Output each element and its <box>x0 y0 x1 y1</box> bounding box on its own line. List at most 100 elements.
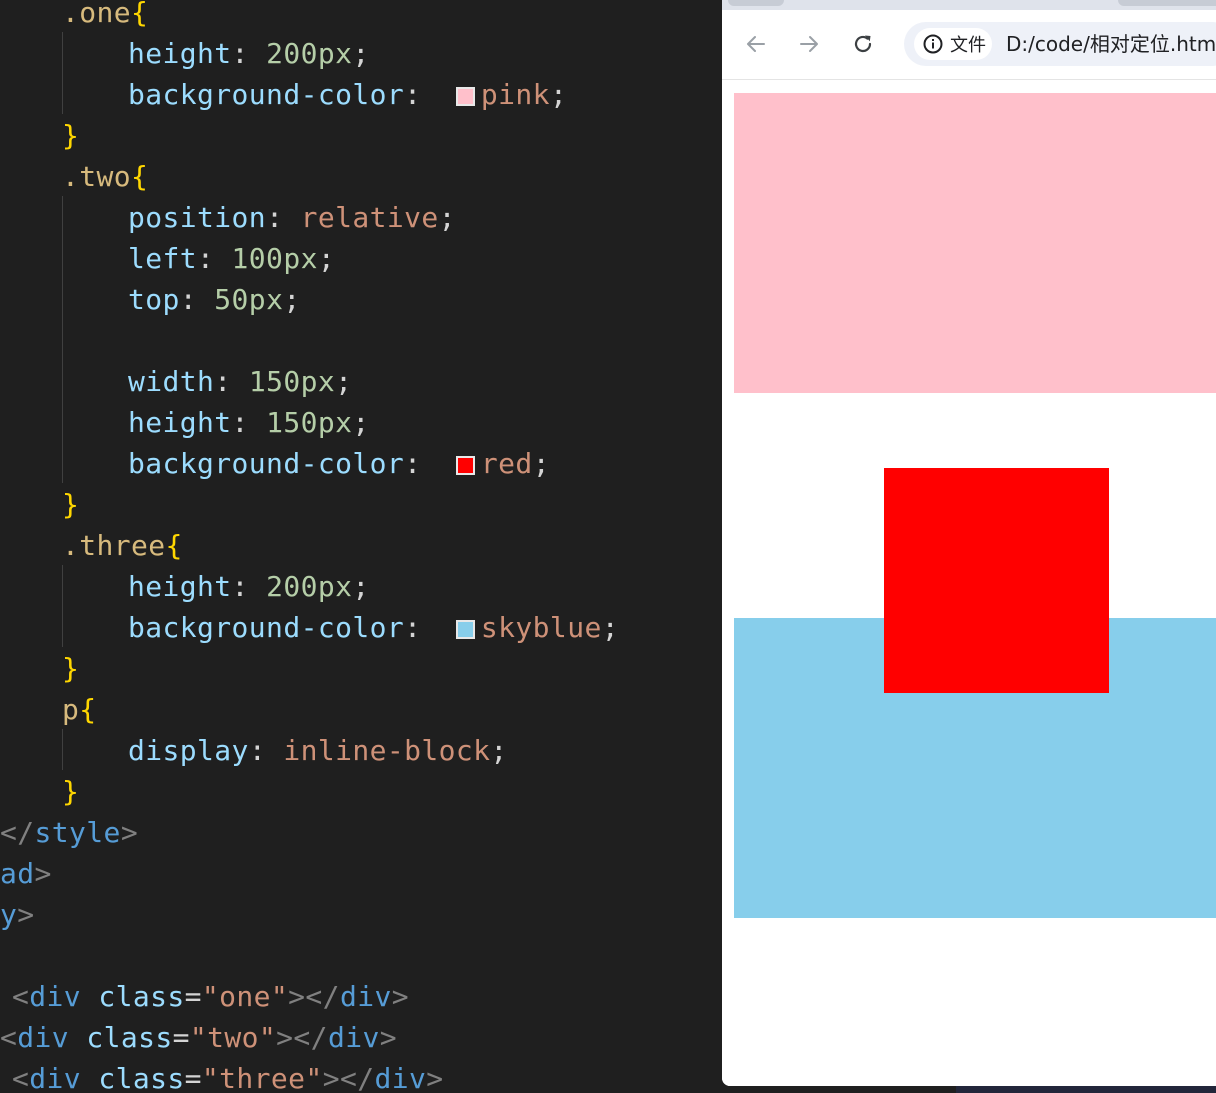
code-line[interactable]: ad> <box>0 853 52 894</box>
code-token: width <box>128 365 215 398</box>
code-token: class <box>98 1062 185 1093</box>
code-token: div <box>29 980 82 1013</box>
color-swatch[interactable] <box>455 620 475 639</box>
tab[interactable] <box>728 0 784 6</box>
tab-strip <box>722 0 1216 10</box>
code-token: ></ <box>288 980 340 1013</box>
code-token: 150px <box>248 365 336 398</box>
code-token: < <box>12 1062 30 1093</box>
code-token: ; <box>352 37 370 70</box>
code-token: } <box>62 652 80 685</box>
code-token: ; <box>549 78 568 111</box>
code-token: { <box>131 160 149 193</box>
code-line[interactable]: background-color: red; <box>128 443 550 484</box>
code-line[interactable]: height: 200px; <box>128 566 370 607</box>
code-token: style <box>34 816 121 849</box>
code-line[interactable]: height: 200px; <box>128 33 370 74</box>
code-line[interactable]: top: 50px; <box>128 279 301 320</box>
code-token: = <box>184 980 202 1013</box>
code-line[interactable]: } <box>62 648 79 689</box>
code-token: relative <box>300 201 439 234</box>
indent-guide <box>62 565 63 647</box>
code-token: 100px <box>231 242 318 275</box>
code-token: display <box>128 734 249 767</box>
code-line[interactable]: height: 150px; <box>128 402 370 443</box>
code-token: background-color <box>128 447 405 480</box>
code-token: "two" <box>189 1021 277 1054</box>
code-token: </ <box>0 816 35 849</box>
back-button[interactable] <box>742 30 770 58</box>
code-token: < <box>0 1021 18 1054</box>
code-line[interactable]: width: 150px; <box>128 361 352 402</box>
code-token: < <box>12 980 30 1013</box>
code-token: 50px <box>214 283 284 316</box>
code-token: 200px <box>266 37 353 70</box>
code-token: > <box>391 980 409 1013</box>
code-line[interactable]: left: 100px; <box>128 238 335 279</box>
code-token: ; <box>317 242 336 275</box>
color-swatch[interactable] <box>455 87 475 106</box>
code-token: background-color <box>128 78 405 111</box>
code-token: = <box>172 1021 190 1054</box>
forward-button[interactable] <box>795 30 823 58</box>
site-info-chip[interactable]: 文件 <box>914 28 992 60</box>
arrow-right-icon <box>800 36 818 52</box>
code-token: ; <box>335 365 353 398</box>
code-token: : <box>179 283 215 316</box>
code-token: y <box>0 898 18 931</box>
code-token: ; <box>532 447 550 480</box>
code-line[interactable]: .three{ <box>62 525 183 566</box>
code-token: position <box>128 201 267 234</box>
url-text[interactable]: D:/code/相对定位.htm <box>1006 22 1216 66</box>
code-token: : <box>231 570 267 603</box>
browser-window: 文件 D:/code/相对定位.htm <box>722 0 1216 1086</box>
address-bar[interactable]: 文件 D:/code/相对定位.htm <box>904 22 1216 66</box>
code-token: : <box>231 37 267 70</box>
code-token: "one" <box>201 980 289 1013</box>
code-line[interactable]: background-color: skyblue; <box>128 607 619 648</box>
code-token: background-color <box>128 611 405 644</box>
code-token: : <box>214 365 249 398</box>
code-token: ; <box>438 201 456 234</box>
code-line[interactable]: </style> <box>0 812 138 853</box>
code-line[interactable]: position: relative; <box>128 197 456 238</box>
taskbar-edge <box>956 1086 1216 1093</box>
code-token: class <box>98 980 185 1013</box>
code-token: : <box>266 201 301 234</box>
code-line[interactable]: <div class="three"></div> <box>12 1058 444 1093</box>
code-token: p <box>62 693 80 726</box>
code-line[interactable]: p{ <box>62 689 97 730</box>
code-token: ; <box>490 734 508 767</box>
code-line[interactable]: } <box>62 771 79 812</box>
reload-button[interactable] <box>849 30 877 58</box>
arrow-left-icon <box>747 36 765 52</box>
code-token: { <box>165 529 183 562</box>
code-token: height <box>128 37 232 70</box>
indent-guide <box>62 196 63 483</box>
code-line[interactable]: .one{ <box>62 0 148 33</box>
code-line[interactable]: } <box>62 484 79 525</box>
code-token: div <box>374 1062 427 1093</box>
code-line[interactable]: <div class="two"></div> <box>0 1017 397 1058</box>
code-editor[interactable]: .one{height: 200px; background-color: pin… <box>0 0 722 1093</box>
code-token: red <box>480 447 533 480</box>
tab[interactable] <box>1118 0 1216 6</box>
code-token: ></ <box>322 1062 375 1093</box>
code-line[interactable]: } <box>62 115 79 156</box>
code-token: { <box>131 0 149 29</box>
code-token: > <box>17 898 35 931</box>
color-swatch[interactable] <box>455 456 475 475</box>
code-line[interactable]: .two{ <box>62 156 148 197</box>
indent-guide <box>62 729 63 770</box>
code-line[interactable]: <div class="one"></div> <box>12 976 409 1017</box>
div-one-box <box>734 93 1216 393</box>
code-token: : <box>404 447 456 480</box>
code-line[interactable]: y> <box>0 894 35 935</box>
code-line[interactable]: display: inline-block; <box>128 730 508 771</box>
code-token: .one <box>62 0 132 29</box>
code-token: : <box>231 406 267 439</box>
code-line[interactable]: background-color: pink; <box>128 74 567 115</box>
code-token: : <box>404 78 456 111</box>
code-token: div <box>339 980 392 1013</box>
